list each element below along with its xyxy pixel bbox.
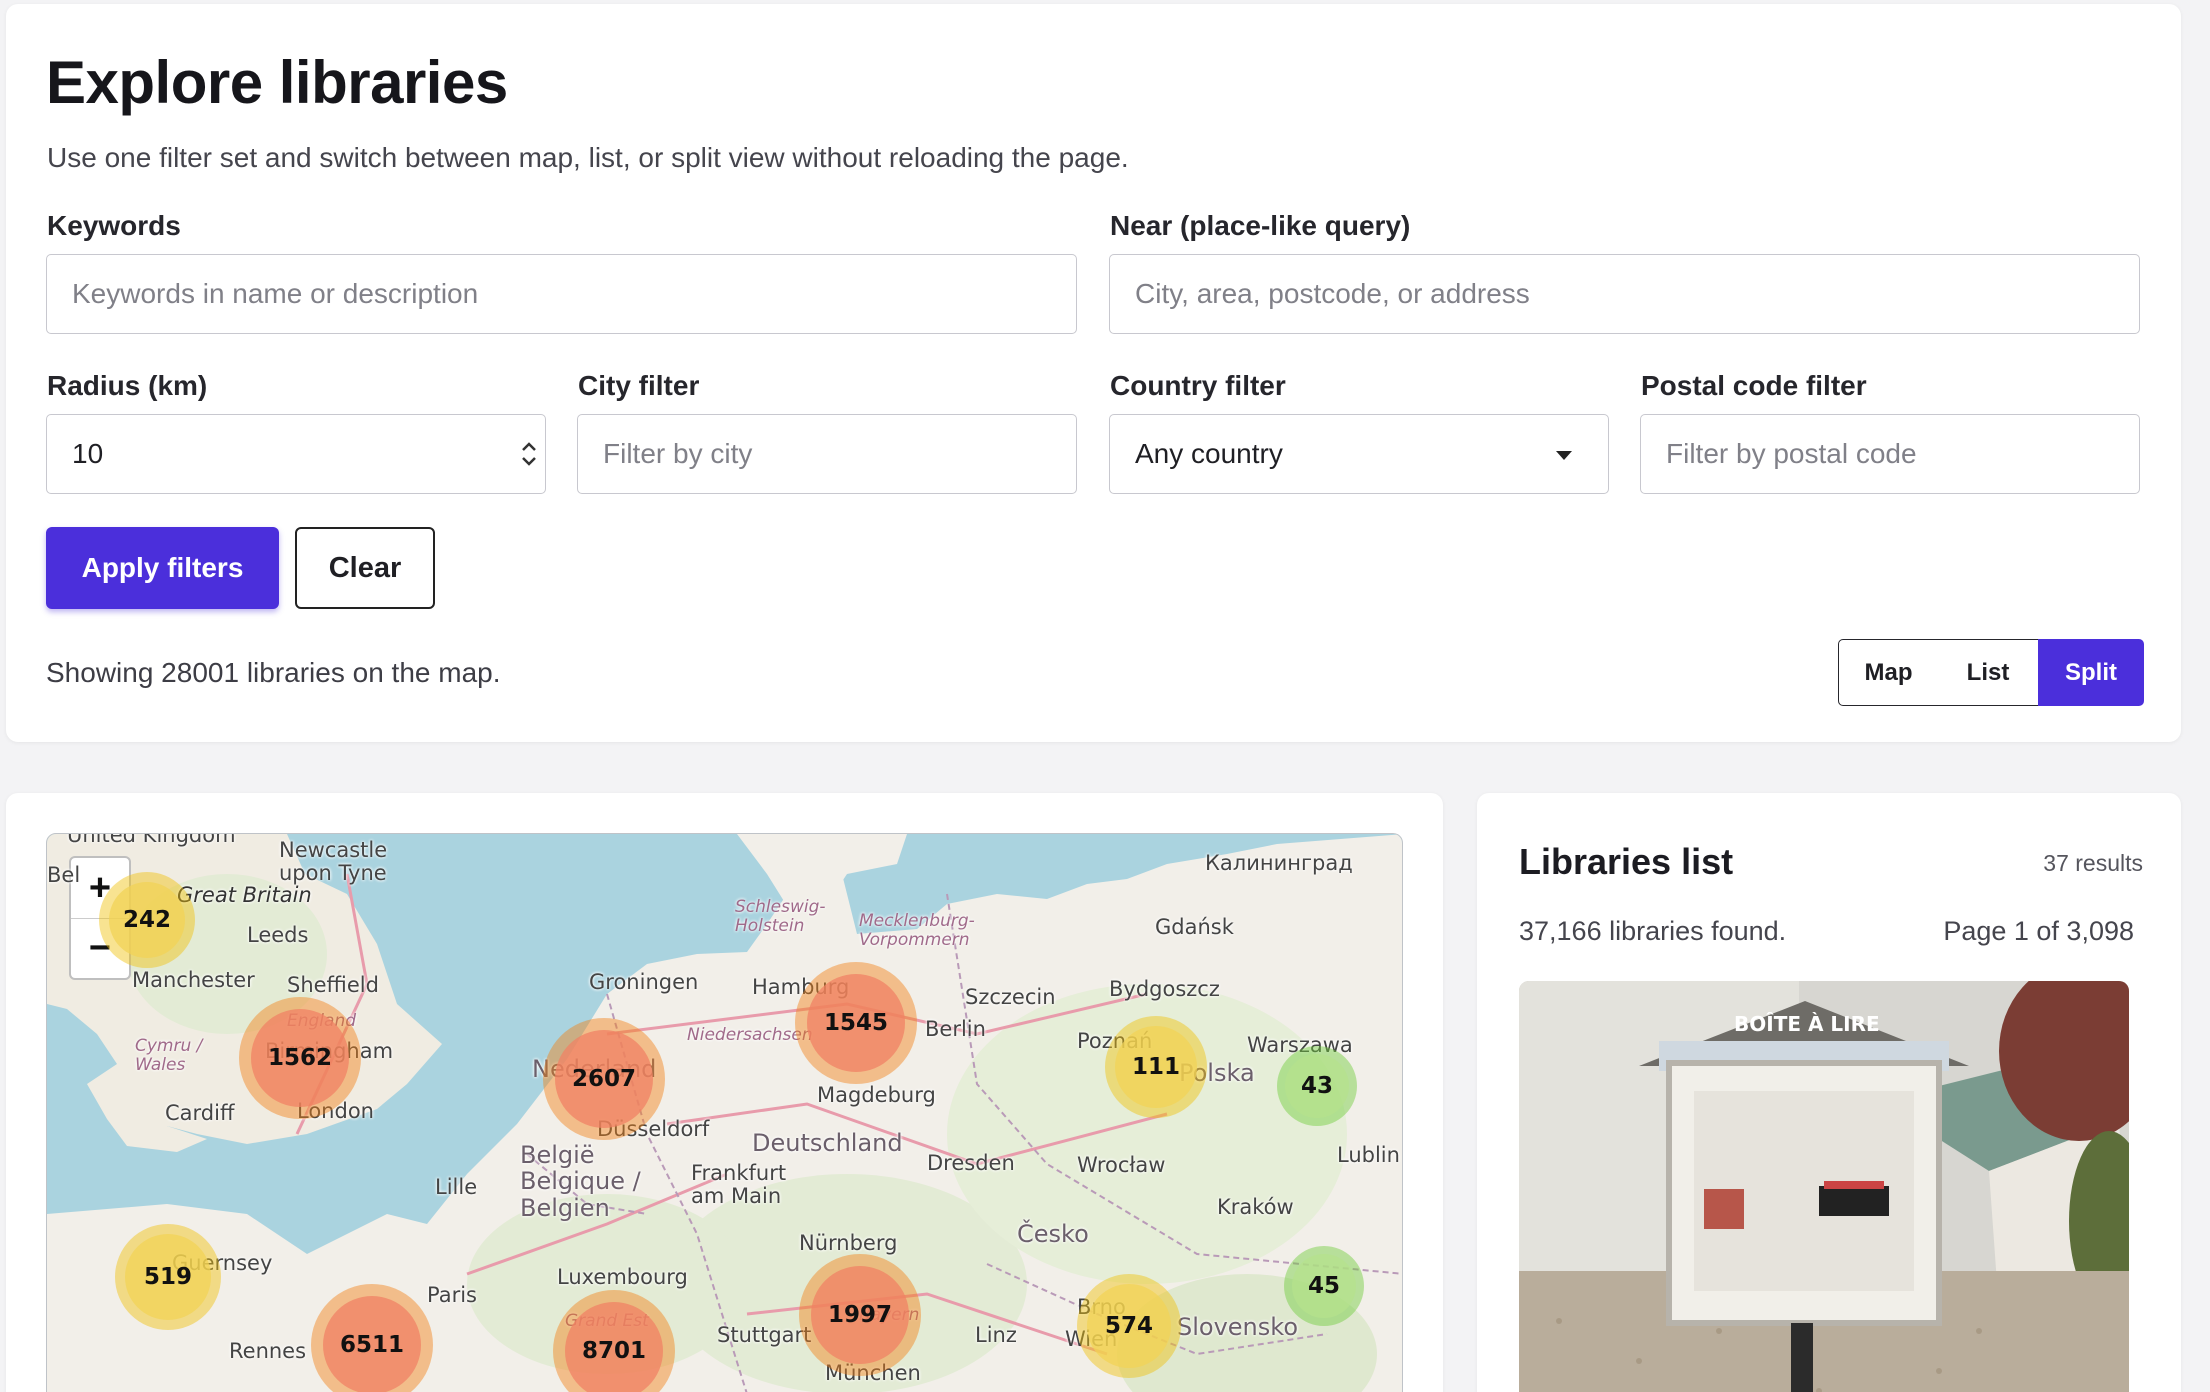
map-label: Deutschland [752,1129,903,1157]
clear-button[interactable]: Clear [295,527,435,609]
results-count: 37 results [2043,850,2143,876]
radius-label: Radius (km) [47,370,208,401]
keywords-placeholder: Keywords in name or description [72,278,479,309]
cluster-count: 1562 [251,1009,349,1107]
view-list-button[interactable]: List [1938,639,2039,706]
map-label: Lublin [1337,1143,1400,1167]
found-count: 37,166 libraries found. [1519,916,1787,946]
cluster-count: 2607 [555,1030,653,1128]
map-label: Lille [435,1175,478,1199]
near-placeholder: City, area, postcode, or address [1135,278,1530,309]
map-label: Dresden [927,1151,1015,1175]
near-input[interactable]: City, area, postcode, or address [1109,254,2140,334]
map-label: Linz [975,1323,1017,1347]
map-label: Mecklenburg- Vorpommern [859,911,975,950]
map-label: Paris [427,1283,477,1307]
map-label: Bel [47,863,81,887]
chevron-down-icon [1556,451,1572,460]
map-label: Magdeburg [817,1083,936,1107]
map-label: Rennes [229,1339,307,1363]
map-label: Luxembourg [557,1265,688,1289]
map-label: Newcastle upon Tyne [279,838,388,886]
map-cluster[interactable]: 574 [1077,1274,1181,1378]
map-label: United Kingdom [67,833,236,847]
cluster-count: 519 [125,1234,211,1320]
photo-sign-text: BOÎTE À LIRE [1734,1012,1880,1036]
postal-placeholder: Filter by postal code [1666,438,1917,469]
city-placeholder: Filter by city [603,438,753,469]
map-label: Česko [1017,1220,1089,1248]
postal-label: Postal code filter [1641,370,1867,401]
country-value: Any country [1135,438,1283,469]
page-subtitle: Use one filter set and switch between ma… [47,142,1129,173]
postal-input[interactable]: Filter by postal code [1640,414,2140,494]
cluster-count: 242 [109,882,185,958]
cluster-count: 43 [1285,1054,1349,1118]
stepper-icon[interactable] [519,436,539,472]
map-panel: + − United Kingdom Bel Newcastle upon Ty… [6,793,1443,1392]
map-cluster[interactable]: 1545 [795,962,917,1084]
status-text: Showing 28001 libraries on the map. [46,657,501,688]
cluster-count: 6511 [323,1296,421,1392]
map-label: België Belgique / Belgien [520,1141,641,1222]
radius-input[interactable]: 10 [46,414,546,494]
map-cluster[interactable]: 1997 [799,1254,921,1376]
map-label: Schleswig- Holstein [735,897,826,936]
map-label: Gdańsk [1155,915,1234,939]
map-label: Bydgoszcz [1109,977,1220,1001]
country-label: Country filter [1110,370,1286,401]
list-title: Libraries list [1519,841,1734,882]
map-label: Niedersachsen [687,1025,813,1045]
map-label: Groningen [589,970,699,994]
map-cluster[interactable]: 43 [1277,1046,1357,1126]
map-label: Great Britain [177,883,312,907]
map-label: Sheffield [287,973,379,997]
map-label: Wrocław [1077,1153,1166,1177]
cluster-count: 1997 [811,1266,909,1364]
keywords-input[interactable]: Keywords in name or description [46,254,1077,334]
map-label: Slovensko [1177,1313,1298,1341]
view-map-button[interactable]: Map [1838,639,1939,706]
map-cluster[interactable]: 45 [1284,1246,1364,1326]
map-cluster[interactable]: 2607 [543,1018,665,1140]
radius-value: 10 [72,438,104,469]
apply-filters-button[interactable]: Apply filters [46,527,279,609]
cluster-count: 8701 [565,1302,663,1392]
library-photo-image: BOÎTE À LIRE [1519,981,2129,1392]
near-label: Near (place-like query) [1110,210,1411,241]
cluster-count: 111 [1115,1026,1197,1108]
map-label: Kraków [1217,1195,1294,1219]
map-label: Frankfurt am Main [691,1161,787,1209]
page-title: Explore libraries [46,49,508,116]
map-label: Cymru / Wales [135,1036,203,1075]
map[interactable]: + − United Kingdom Bel Newcastle upon Ty… [46,833,1403,1392]
city-input[interactable]: Filter by city [577,414,1077,494]
map-label: Калининград [1205,851,1353,875]
country-select[interactable]: Any country [1109,414,1609,494]
map-label: Cardiff [165,1101,235,1125]
map-cluster[interactable]: 519 [115,1224,221,1330]
page-indicator: Page 1 of 3,098 [1943,916,2134,946]
cluster-count: 45 [1292,1254,1356,1318]
map-label: Leeds [247,923,309,947]
map-label: Stuttgart [717,1323,812,1347]
map-label: Berlin [925,1017,986,1041]
map-cluster[interactable]: 111 [1105,1016,1207,1118]
cluster-count: 574 [1087,1284,1171,1368]
map-cluster[interactable]: 1562 [239,997,361,1119]
list-panel: Libraries list 37 results 37,166 librari… [1477,793,2181,1392]
library-photo[interactable]: BOÎTE À LIRE [1519,981,2129,1392]
map-cluster[interactable]: 242 [99,872,195,968]
map-label: Nürnberg [799,1231,898,1255]
map-label: Szczecin [965,985,1056,1009]
keywords-label: Keywords [47,210,181,241]
cluster-count: 1545 [807,974,905,1072]
city-label: City filter [578,370,700,401]
map-label: Manchester [132,968,255,992]
filters-panel: Explore libraries Use one filter set and… [6,4,2181,742]
view-split-button[interactable]: Split [2038,639,2144,706]
